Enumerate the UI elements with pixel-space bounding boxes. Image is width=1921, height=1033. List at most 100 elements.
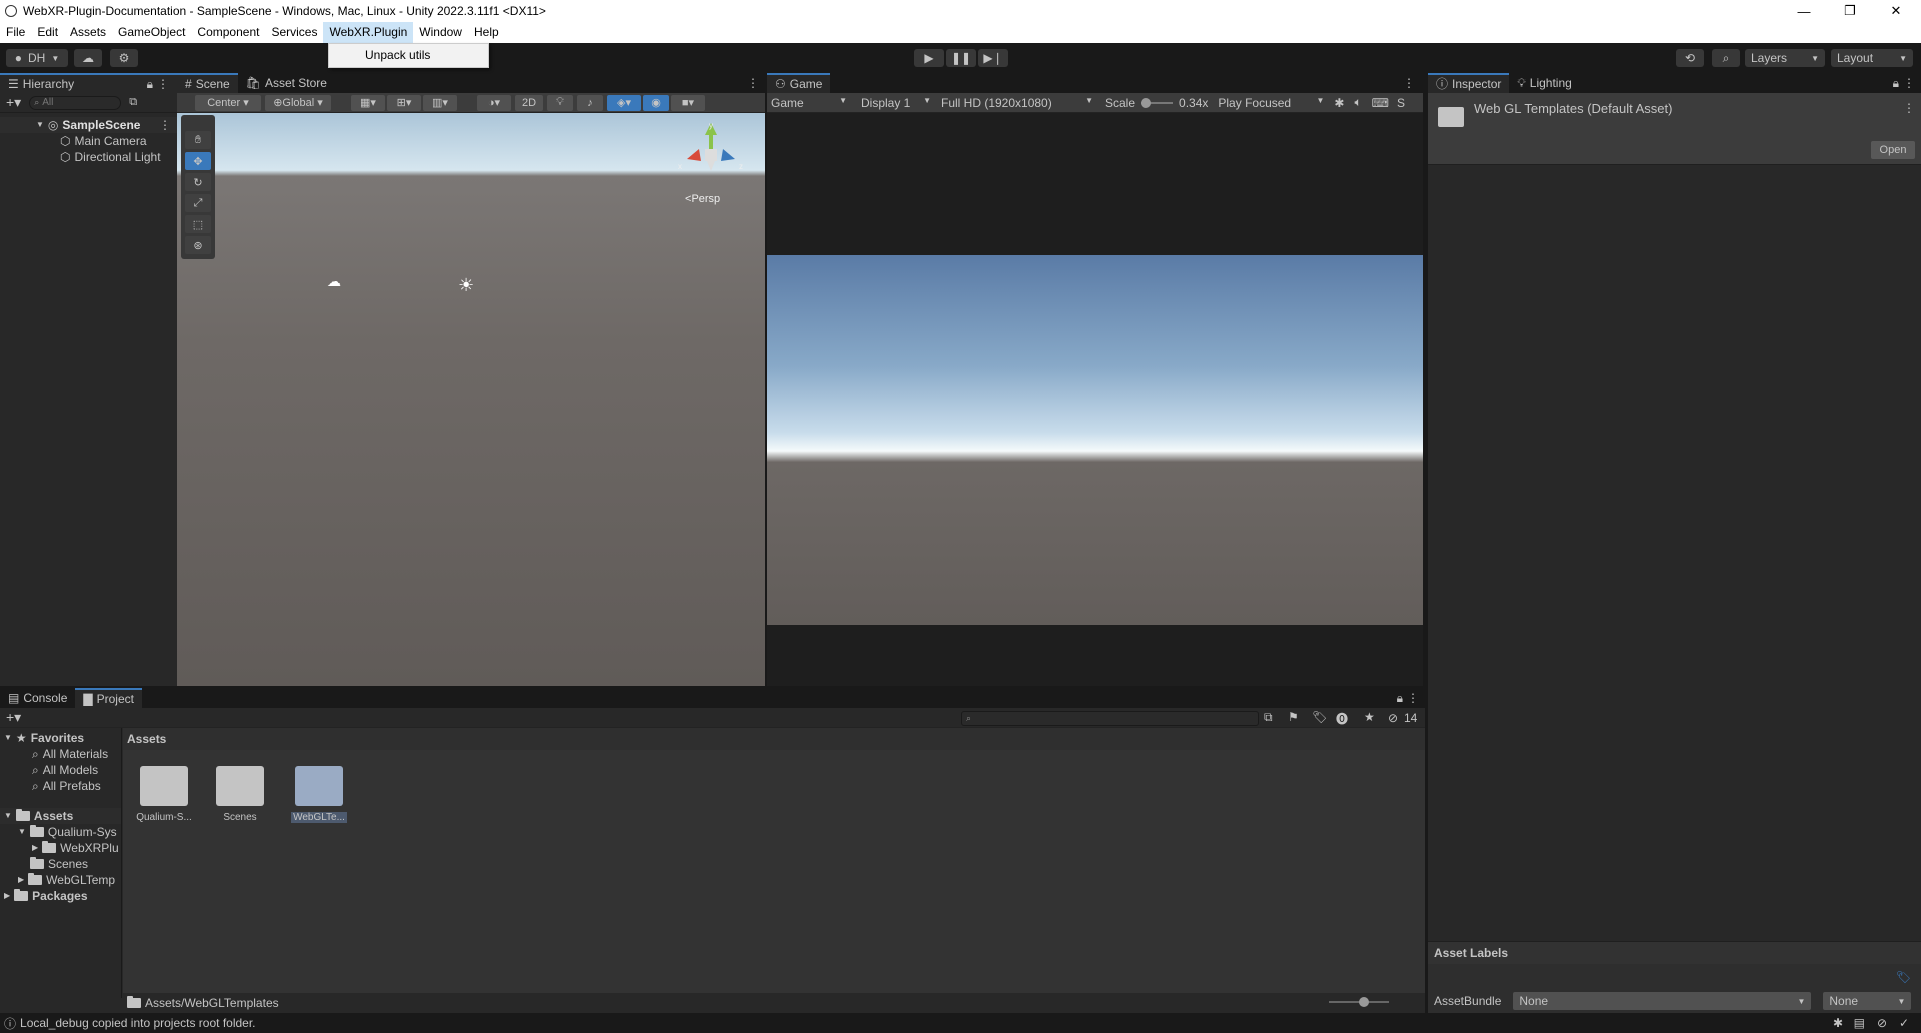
visibility-toggle[interactable]: ◉	[643, 94, 669, 111]
tab-game[interactable]: ⚇ Game	[767, 73, 831, 93]
assets-root-row[interactable]: ▼ Assets	[0, 808, 121, 824]
more-icon[interactable]: ⋮	[157, 75, 169, 93]
bug-icon[interactable]: ✱	[1334, 96, 1344, 110]
pause-button[interactable]: ❚❚	[946, 49, 976, 67]
game-viewport[interactable]	[767, 113, 1423, 686]
scale-tool-button[interactable]: ⤢	[185, 194, 211, 212]
warning-icon[interactable]: ⓿	[1336, 710, 1348, 727]
star-icon[interactable]: ★	[1364, 710, 1375, 724]
folder-row[interactable]: ▶ WebGLTemp	[0, 872, 121, 888]
add-icon[interactable]: +▾	[6, 94, 21, 111]
progress-check-icon[interactable]: ✓	[1899, 1016, 1909, 1030]
stats-button[interactable]: S	[1397, 96, 1405, 110]
menu-services[interactable]: Services	[265, 22, 323, 43]
layout-dropdown[interactable]: Layout ▼	[1831, 49, 1913, 67]
menu-component[interactable]: Component	[191, 22, 265, 43]
tag-icon[interactable]: 🏷︎	[1896, 970, 1911, 984]
favorites-row[interactable]: ▼ ★ Favorites	[0, 730, 121, 746]
variant-dropdown[interactable]: None ▼	[1823, 992, 1912, 1010]
hidden-count-icon[interactable]: ⊘	[1388, 711, 1398, 725]
effects-toggle[interactable]: ◈▾	[607, 94, 641, 111]
open-button[interactable]: Open	[1871, 141, 1915, 159]
menu-webxr-plugin[interactable]: WebXR.Plugin	[323, 22, 414, 43]
orientation-gizmo[interactable]: y x z	[671, 119, 751, 179]
close-button[interactable]: ✕	[1873, 0, 1919, 22]
favorite-item[interactable]: ⌕ All Materials	[0, 746, 121, 762]
2d-toggle[interactable]: 2D	[515, 94, 543, 111]
folder-row[interactable]: ▶ WebXRPlu	[0, 840, 121, 856]
keyboard-icon[interactable]: ⌨	[1372, 96, 1389, 110]
assetbundle-dropdown[interactable]: None ▼	[1513, 992, 1812, 1010]
menu-item-unpack-utils[interactable]: Unpack utils	[365, 48, 430, 62]
tab-hierarchy[interactable]: ☰ Hierarchy 🔒︎ ⋮	[0, 73, 177, 93]
add-icon[interactable]: +▾	[6, 709, 21, 726]
rotate-tool-button[interactable]: ↻	[185, 173, 211, 191]
project-search-input[interactable]: ⌕	[961, 711, 1259, 726]
increment-snap-button[interactable]: ⊞▾	[387, 94, 421, 111]
audio-toggle[interactable]: ♪	[577, 94, 603, 111]
asset-item[interactable]: Qualium-S...	[136, 766, 192, 823]
collab-button[interactable]: ⚙	[110, 49, 138, 67]
tab-lighting[interactable]: 💡︎ Lighting	[1509, 73, 1579, 93]
scale-slider[interactable]	[1141, 97, 1174, 109]
tab-asset-store[interactable]: 🛍︎ Asset Store	[238, 73, 335, 93]
tab-project[interactable]: ▇ Project	[75, 688, 142, 708]
asset-item-selected[interactable]: WebGLTe...	[289, 766, 349, 823]
menu-window[interactable]: Window	[413, 22, 468, 43]
menu-edit[interactable]: Edit	[31, 22, 64, 43]
filter-icon[interactable]: ⧉	[129, 96, 137, 109]
resolution-dropdown[interactable]: Full HD (1920x1080) ▼	[937, 96, 1099, 110]
history-button[interactable]: ⟲	[1676, 49, 1704, 67]
move-tool-button[interactable]: ✥	[185, 152, 211, 170]
asset-item[interactable]: Scenes	[213, 766, 267, 823]
align-button[interactable]: ▥▾	[423, 94, 457, 111]
display-dropdown[interactable]: Display 1 ▼	[853, 96, 937, 110]
favorite-item[interactable]: ⌕ All Models	[0, 762, 121, 778]
zoom-slider-thumb[interactable]	[1359, 997, 1369, 1007]
more-icon[interactable]: ⋮	[159, 117, 171, 133]
maximize-button[interactable]: ❐	[1827, 0, 1873, 22]
packages-row[interactable]: ▶ Packages	[0, 888, 121, 904]
search-by-label-icon[interactable]: ⚑	[1288, 710, 1299, 724]
play-button[interactable]: ▶	[914, 49, 944, 67]
hierarchy-item[interactable]: ⬡ Main Camera	[0, 133, 177, 149]
audio-mute-icon[interactable]: 🔈︎	[1354, 95, 1361, 110]
breadcrumb[interactable]: Assets	[123, 728, 1425, 750]
space-dropdown[interactable]: ⊕ Global ▾	[265, 94, 331, 111]
minimize-button[interactable]: —	[1781, 0, 1827, 22]
bug-icon[interactable]: ✱	[1833, 1016, 1843, 1030]
light-gizmo-icon[interactable]: ☀	[458, 275, 474, 296]
more-icon[interactable]: ⋮	[1407, 691, 1419, 705]
camera-gizmo-icon[interactable]: ☁	[327, 273, 341, 290]
hand-tool-button[interactable]: ✋︎	[185, 131, 211, 149]
rect-tool-button[interactable]: ⬚	[185, 215, 211, 233]
pivot-dropdown[interactable]: Center ▾	[195, 94, 261, 111]
lock-icon[interactable]: 🔒︎	[1397, 691, 1403, 706]
menu-gameobject[interactable]: GameObject	[112, 22, 191, 43]
tab-console[interactable]: ▤ Console	[0, 688, 75, 708]
folder-row[interactable]: ▼ Qualium-Sys	[0, 824, 121, 840]
tab-scene[interactable]: # Scene	[177, 73, 238, 93]
shading-mode-button[interactable]: ◑▾	[477, 94, 511, 111]
play-focus-dropdown[interactable]: Play Focused ▼	[1218, 96, 1330, 110]
tag-icon[interactable]: 🏷︎	[1312, 710, 1327, 724]
more-icon[interactable]: ⋮	[747, 76, 759, 90]
scene-row[interactable]: ▼ ◎ SampleScene ⋮	[0, 117, 177, 133]
account-dropdown[interactable]: ● DH ▼	[6, 49, 68, 67]
menu-assets[interactable]: Assets	[64, 22, 112, 43]
more-icon[interactable]: ⋮	[1903, 101, 1915, 115]
more-icon[interactable]: ⋮	[1903, 76, 1915, 90]
layers-dropdown[interactable]: Layers ▼	[1745, 49, 1825, 67]
zoom-slider[interactable]	[1329, 997, 1389, 1007]
tab-inspector[interactable]: ⓘ Inspector	[1428, 73, 1510, 93]
more-icon[interactable]: ⋮	[1403, 76, 1415, 90]
menu-file[interactable]: File	[0, 22, 31, 43]
transform-tool-button[interactable]: ⊛	[185, 236, 211, 254]
step-button[interactable]: ▶❘	[978, 49, 1008, 67]
hierarchy-search-input[interactable]: ⌕ All	[29, 95, 122, 110]
grid-snap-button[interactable]: ▦▾	[351, 94, 385, 111]
favorite-item[interactable]: ⌕ All Prefabs	[0, 778, 121, 794]
search-by-type-icon[interactable]: ⧉	[1264, 710, 1273, 725]
z-axis-cone[interactable]	[721, 149, 735, 161]
camera-dropdown[interactable]: ■▾	[671, 94, 705, 111]
